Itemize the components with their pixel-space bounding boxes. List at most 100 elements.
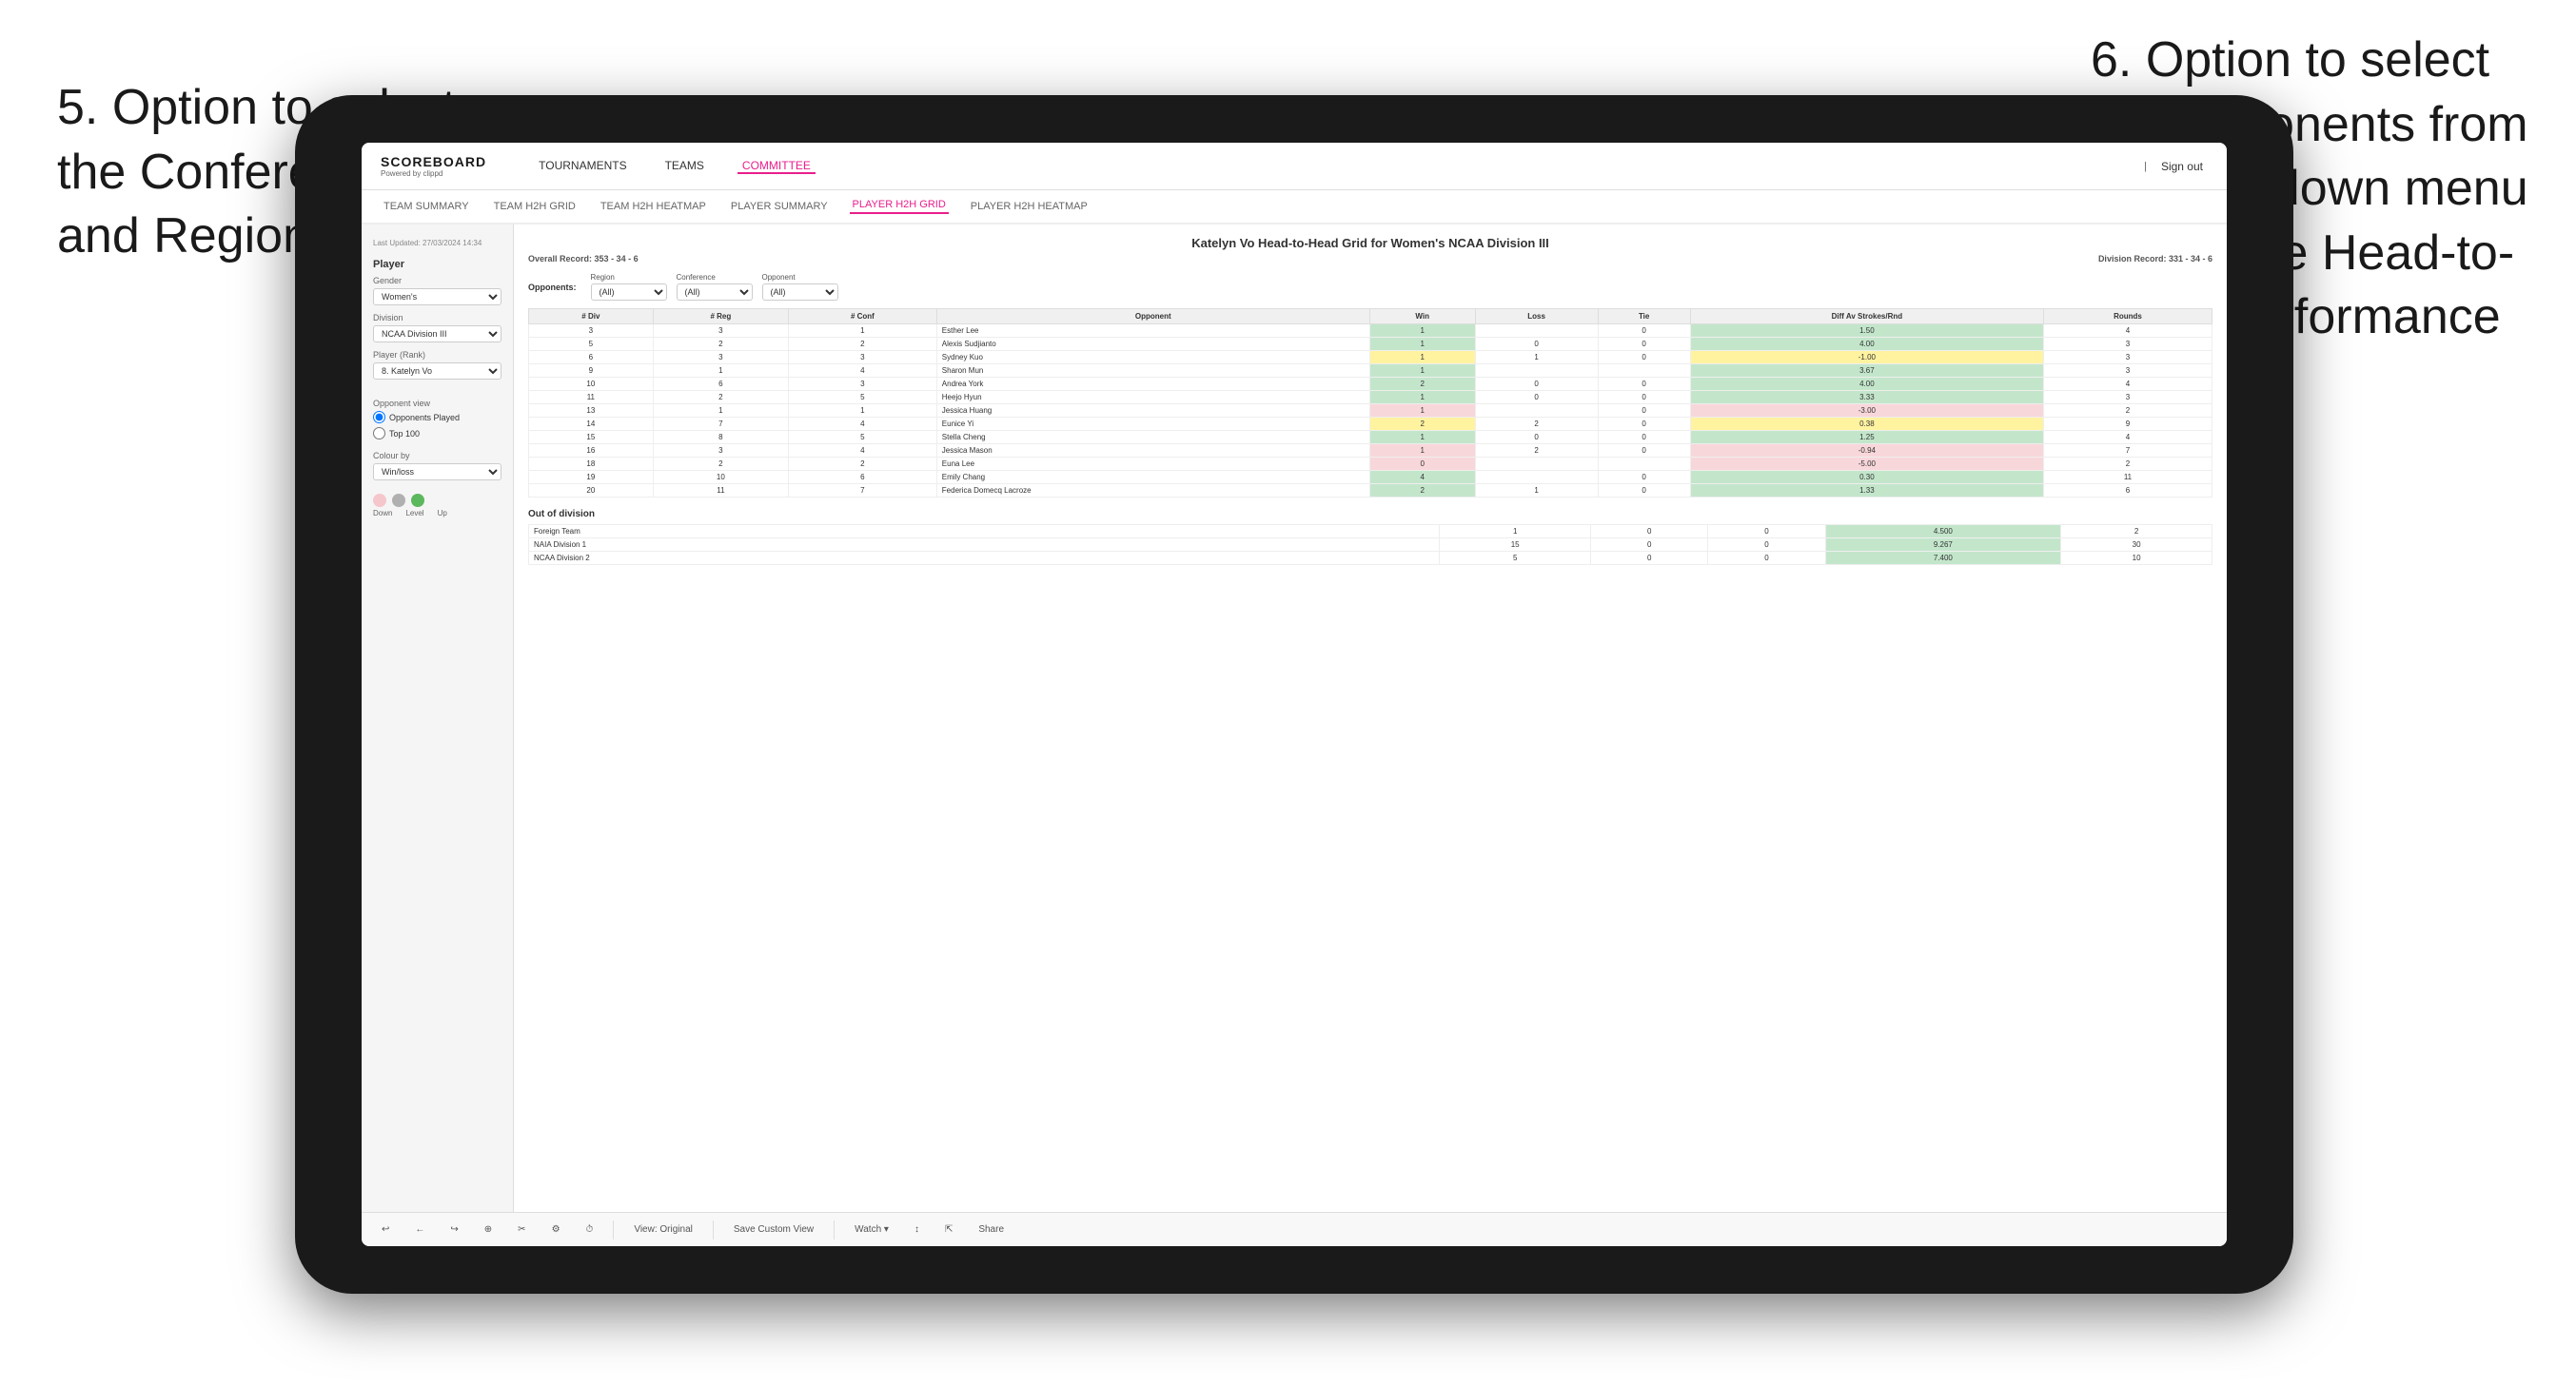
toolbar-share[interactable]: Share (973, 1222, 1010, 1237)
division-label: Division (373, 313, 501, 322)
ood-name: NAIA Division 1 (529, 538, 1440, 552)
cell-reg: 7 (653, 418, 788, 431)
ood-diff: 7.400 (1825, 552, 2061, 565)
toolbar-separator-3 (834, 1220, 835, 1240)
toolbar-add[interactable]: ⊕ (479, 1222, 498, 1237)
ood-rounds: 10 (2061, 552, 2212, 565)
cell-rounds: 2 (2043, 458, 2212, 471)
cell-loss: 1 (1475, 351, 1598, 364)
cell-opponent: Euna Lee (936, 458, 1369, 471)
ood-diff: 4.500 (1825, 525, 2061, 538)
cell-loss: 0 (1475, 431, 1598, 444)
nav-committee[interactable]: COMMITTEE (737, 159, 816, 174)
th-loss: Loss (1475, 309, 1598, 324)
toolbar-undo[interactable]: ↩ (376, 1222, 395, 1237)
toolbar-cut[interactable]: ✂ (512, 1222, 531, 1237)
toolbar-view-original[interactable]: View: Original (628, 1222, 698, 1237)
main-content: Last Updated: 27/03/2024 14:34 Player Ge… (362, 224, 2227, 1212)
cell-diff: -5.00 (1690, 458, 2043, 471)
th-reg: # Reg (653, 309, 788, 324)
toolbar-icon2[interactable]: ⇱ (939, 1222, 958, 1237)
radio-top100-input[interactable] (373, 427, 385, 439)
toolbar-save-custom[interactable]: Save Custom View (728, 1222, 819, 1237)
region-select[interactable]: (All) (591, 283, 667, 301)
cell-opponent: Emily Chang (936, 471, 1369, 484)
cell-div: 11 (529, 391, 654, 404)
th-diff: Diff Av Strokes/Rnd (1690, 309, 2043, 324)
cell-conf: 1 (789, 404, 937, 418)
toolbar-back[interactable]: ← (409, 1222, 430, 1237)
cell-loss (1475, 471, 1598, 484)
sub-nav: TEAM SUMMARY TEAM H2H GRID TEAM H2H HEAT… (362, 190, 2227, 224)
subnav-team-summary[interactable]: TEAM SUMMARY (381, 201, 472, 212)
subnav-team-h2h-heatmap[interactable]: TEAM H2H HEATMAP (598, 201, 709, 212)
colour-by-select[interactable]: Win/loss (373, 463, 501, 480)
toolbar-icon1[interactable]: ↕ (909, 1222, 925, 1237)
player-rank-select[interactable]: 8. Katelyn Vo (373, 362, 501, 380)
filters-row: Opponents: Region (All) Conference (All) (528, 273, 2212, 301)
cell-reg: 11 (653, 484, 788, 498)
radio-opponents-played[interactable]: Opponents Played (373, 411, 501, 423)
cell-rounds: 3 (2043, 351, 2212, 364)
table-header-row: # Div # Reg # Conf Opponent Win Loss Tie… (529, 309, 2212, 324)
cell-opponent: Andrea York (936, 378, 1369, 391)
cell-diff: 3.67 (1690, 364, 2043, 378)
data-title: Katelyn Vo Head-to-Head Grid for Women's… (528, 236, 2212, 250)
region-filter-label: Region (591, 273, 667, 282)
cell-win: 2 (1369, 378, 1475, 391)
toolbar-watch[interactable]: Watch ▾ (849, 1222, 895, 1237)
cell-opponent: Sharon Mun (936, 364, 1369, 378)
ood-win: 15 (1440, 538, 1591, 552)
cell-tie: 0 (1598, 418, 1690, 431)
cell-tie: 0 (1598, 351, 1690, 364)
cell-diff: 1.25 (1690, 431, 2043, 444)
cell-div: 19 (529, 471, 654, 484)
toolbar-redo[interactable]: ↪ (444, 1222, 463, 1237)
cell-opponent: Esther Lee (936, 324, 1369, 338)
subnav-player-h2h-grid[interactable]: PLAYER H2H GRID (850, 199, 949, 214)
cell-loss: 0 (1475, 378, 1598, 391)
toolbar-dots[interactable]: ⚙ (546, 1222, 566, 1237)
conference-filter-label: Conference (677, 273, 753, 282)
colour-level (392, 494, 405, 507)
subnav-player-summary[interactable]: PLAYER SUMMARY (728, 201, 831, 212)
cell-loss: 0 (1475, 338, 1598, 351)
cell-conf: 3 (789, 378, 937, 391)
cell-reg: 2 (653, 458, 788, 471)
ood-diff: 9.267 (1825, 538, 2061, 552)
opponent-filter-label: Opponent (762, 273, 838, 282)
colour-by-label: Colour by (373, 451, 501, 460)
nav-teams[interactable]: TEAMS (660, 159, 709, 174)
conference-select[interactable]: (All) (677, 283, 753, 301)
cell-div: 14 (529, 418, 654, 431)
cell-reg: 8 (653, 431, 788, 444)
region-filter: Region (All) (591, 273, 667, 301)
cell-div: 18 (529, 458, 654, 471)
radio-top100[interactable]: Top 100 (373, 427, 501, 439)
subnav-player-h2h-heatmap[interactable]: PLAYER H2H HEATMAP (968, 201, 1091, 212)
gender-select[interactable]: Women's (373, 288, 501, 305)
cell-diff: -3.00 (1690, 404, 2043, 418)
cell-diff: -0.94 (1690, 444, 2043, 458)
cell-rounds: 4 (2043, 431, 2212, 444)
division-select[interactable]: NCAA Division III (373, 325, 501, 342)
nav-tournaments[interactable]: TOURNAMENTS (534, 159, 631, 174)
cell-rounds: 11 (2043, 471, 2212, 484)
colour-label-down: Down (373, 509, 392, 517)
overall-record: Overall Record: 353 - 34 - 6 (528, 254, 639, 264)
data-area: Katelyn Vo Head-to-Head Grid for Women's… (514, 224, 2227, 1212)
cell-opponent: Stella Cheng (936, 431, 1369, 444)
subnav-team-h2h-grid[interactable]: TEAM H2H GRID (491, 201, 579, 212)
opponent-select[interactable]: (All) (762, 283, 838, 301)
toolbar-time[interactable]: ⏱ (580, 1222, 600, 1237)
cell-tie: 0 (1598, 471, 1690, 484)
cell-loss (1475, 364, 1598, 378)
nav-right: | Sign out (2144, 160, 2208, 173)
cell-loss: 1 (1475, 484, 1598, 498)
table-row: 19 10 6 Emily Chang 4 0 0.30 11 (529, 471, 2212, 484)
radio-opponents-played-input[interactable] (373, 411, 385, 423)
sign-out-link[interactable]: Sign out (2156, 160, 2208, 173)
cell-opponent: Heejo Hyun (936, 391, 1369, 404)
cell-opponent: Sydney Kuo (936, 351, 1369, 364)
cell-opponent: Alexis Sudjianto (936, 338, 1369, 351)
